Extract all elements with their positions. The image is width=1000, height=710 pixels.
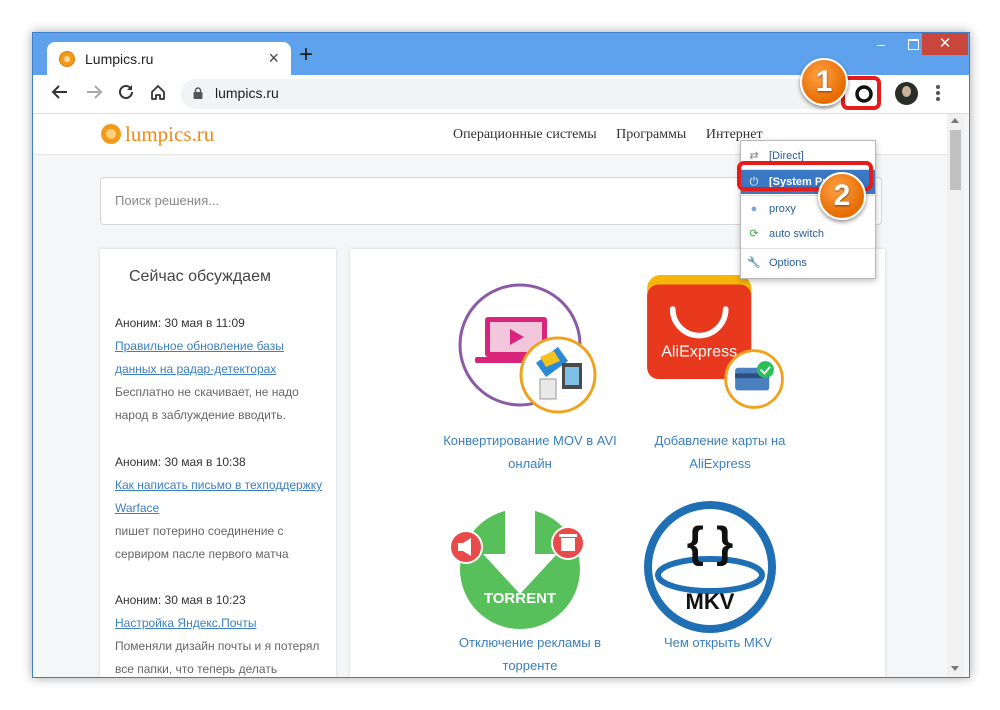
home-button[interactable] [147, 83, 169, 105]
post-snippet: Поменяли дизайн почты и я потерял все па… [115, 639, 320, 676]
scrollbar-thumb[interactable] [950, 130, 961, 190]
wrench-icon: 🔧 [747, 257, 761, 269]
mkv-logo-text: MKV [686, 589, 735, 614]
scroll-up-icon[interactable] [951, 118, 959, 123]
list-item: Аноним: 30 мая в 11:09 Правильное обновл… [115, 312, 325, 427]
reload-button[interactable] [115, 83, 137, 105]
post-meta: Аноним: 30 мая в 10:23 [115, 593, 246, 607]
video-convert-icon [458, 283, 597, 414]
address-url: lumpics.ru [215, 85, 279, 101]
browser-window: Lumpics.ru × + – ✕ lumpics.ru lumpics.ru… [32, 32, 970, 678]
logo-text: lumpics.ru [125, 122, 215, 146]
mkv-icon: { } MKV [644, 501, 776, 633]
back-button[interactable] [49, 83, 71, 105]
auto-switch-icon: ⟳ [749, 228, 759, 240]
minimize-button[interactable]: – [865, 33, 897, 55]
window-close-button[interactable]: ✕ [922, 33, 968, 55]
site-favicon-icon [59, 51, 75, 67]
articles-panel: Конвертирование MOV в AVI онлайн AliExpr… [350, 249, 885, 677]
sidebar-heading: Сейчас обсуждаем [129, 268, 271, 285]
article-caption[interactable]: Конвертирование MOV в AVI онлайн [440, 429, 620, 475]
search-input[interactable] [113, 192, 717, 209]
site-menu: Операционные системы Программы Интернет [453, 127, 779, 143]
post-snippet: пишет потерино соединение с сервиром пас… [115, 524, 289, 561]
aliexpress-logo-text: AliExpress [661, 342, 737, 360]
new-tab-button[interactable]: + [299, 43, 313, 67]
torrent-logo-text: TORRENT [484, 590, 556, 607]
torrent-icon: TORRENT [450, 509, 585, 629]
forward-button[interactable] [83, 83, 105, 105]
proxy-menu-item-options[interactable]: 🔧 Options [741, 251, 875, 275]
tab-close-button[interactable]: × [268, 48, 279, 68]
menu-item-label: auto switch [769, 228, 825, 240]
reload-icon [119, 84, 133, 99]
lock-icon [193, 87, 203, 99]
forward-arrow-icon [87, 85, 103, 99]
article-caption[interactable]: Добавление карты на AliExpress [630, 429, 810, 475]
scroll-down-icon[interactable] [951, 666, 959, 671]
browser-tab[interactable]: Lumpics.ru × [47, 42, 291, 76]
page-scrollbar[interactable] [947, 114, 964, 677]
post-link[interactable]: Как написать письмо в техподдержку Warfa… [115, 474, 325, 520]
post-snippet: Бесплатно не скачивает, не надо народ в … [115, 385, 299, 422]
article-caption[interactable]: Чем открыть MKV [628, 631, 808, 654]
globe-icon: ● [750, 203, 758, 215]
profile-avatar[interactable] [895, 82, 918, 105]
maximize-icon [907, 39, 919, 50]
discussion-sidebar: Сейчас обсуждаем Аноним: 30 мая в 11:09 … [100, 249, 336, 677]
post-link[interactable]: Правильное обновление базы данных на рад… [115, 335, 325, 381]
svg-text:{ }: { } [687, 518, 733, 567]
aliexpress-icon: AliExpress [647, 275, 784, 409]
list-item: Аноним: 30 мая в 10:38 Как написать пись… [115, 451, 325, 566]
address-bar[interactable]: lumpics.ru [181, 79, 841, 109]
post-meta: Аноним: 30 мая в 11:09 [115, 316, 245, 330]
post-link[interactable]: Настройка Яндекс.Почты [115, 612, 325, 635]
menu-item-label: proxy [769, 203, 796, 215]
home-icon [151, 85, 165, 100]
back-arrow-icon [51, 85, 67, 99]
step-2-badge: 2 [818, 172, 866, 220]
menu-item-os[interactable]: Операционные системы [453, 127, 597, 142]
browser-menu-button[interactable] [931, 83, 945, 105]
menu-item-programs[interactable]: Программы [616, 127, 686, 142]
list-item: Аноним: 30 мая в 10:23 Настройка Яндекс.… [115, 589, 325, 677]
article-caption[interactable]: Отключение рекламы в торренте [440, 631, 620, 677]
tab-title: Lumpics.ru [85, 51, 154, 67]
menu-item-label: Options [769, 257, 807, 269]
post-meta: Аноним: 30 мая в 10:38 [115, 455, 246, 469]
step-1-badge: 1 [800, 58, 848, 106]
orange-logo-icon [101, 124, 121, 144]
proxy-menu-item-auto-switch[interactable]: ⟳ auto switch [741, 222, 875, 246]
